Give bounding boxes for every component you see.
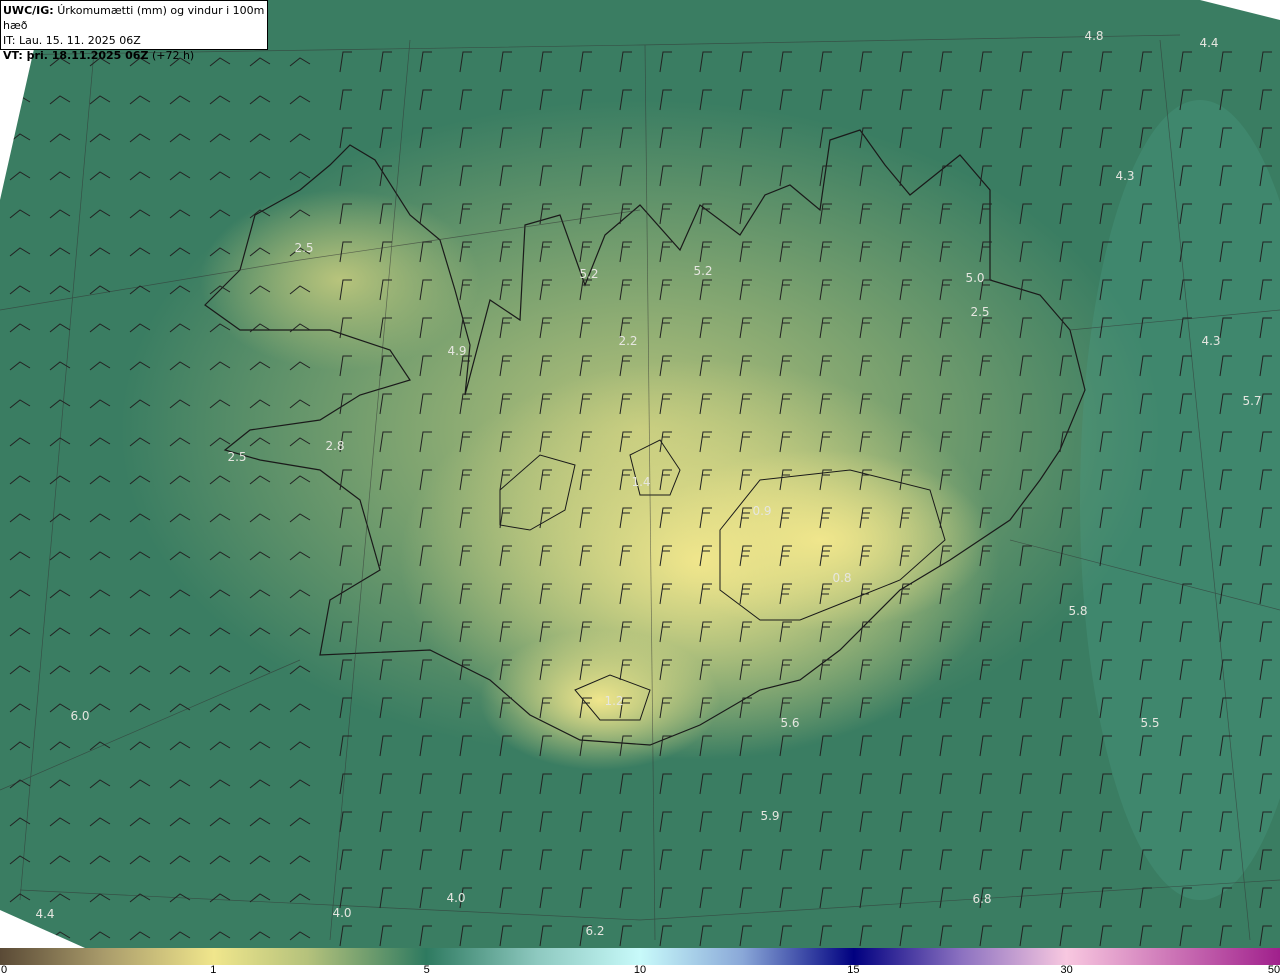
field-value-label: 2.5 [227,450,246,464]
field-value-label: 4.0 [332,906,351,920]
field-value-label: 5.2 [579,267,598,281]
field-value-label: 0.9 [752,504,771,518]
field-value-label: 5.5 [1140,716,1159,730]
colorbar-tick-label: 0 [0,964,8,976]
field-value-label: 4.3 [1201,334,1220,348]
colorbar-tick-label: 10 [633,964,647,976]
field-value-label: 5.7 [1242,394,1261,408]
field-value-label: 4.9 [447,344,466,358]
field-value-label: 1.2 [604,694,623,708]
colorbar [0,948,1280,965]
field-value-label: 4.0 [446,891,465,905]
map-title-box: UWC/IG: Úrkomumætti (mm) og vindur i 100… [0,0,268,62]
field-value-label: 2.5 [970,305,989,319]
colorbar-tick-label: 30 [1060,964,1073,976]
field-value-label: 6.0 [70,709,89,723]
colorbar-tick-label: 50 [1267,964,1280,976]
valid-time: VT: þri. 18.11.2025 06Z [3,49,149,62]
colorbar-tick-label: 5 [423,964,430,976]
field-value-label: 5.8 [1068,604,1087,618]
field-value-label: 5.9 [760,809,779,823]
field-value-label: 6.2 [585,924,604,938]
initial-time: IT: Lau. 15. 11. 2025 06Z [3,34,141,47]
field-value-label: 5.6 [780,716,799,730]
field-value-label: 2.8 [325,439,344,453]
colorbar-tick-label: 1 [210,964,217,976]
field-value-label: 4.3 [1115,169,1134,183]
weather-map: 4.8 4.4 4.3 2.5 5.2 5.2 5.0 2.5 4.3 5.7 4.9 2.2 2.8 2… [0,0,1280,948]
field-value-label: 2.5 [294,241,313,255]
field-value-label: 5.2 [693,264,712,278]
model-name: UWC/IG: [3,4,54,17]
field-value-label: 0.8 [832,571,851,585]
field-blob [480,630,720,770]
field-value-label: 1.4 [631,475,650,489]
field-value-label: 2.2 [618,334,637,348]
field-blob [200,190,480,370]
colorbar-tick-label: 15 [847,964,860,976]
field-value-label: 4.4 [35,907,54,921]
field-value-label: 6.8 [972,892,991,906]
wind-barb [9,931,31,941]
field-value-label: 4.8 [1084,29,1103,43]
field-value-label: 5.0 [965,271,984,285]
field-value-label: 4.4 [1199,36,1218,50]
lead-time: (+72 h) [151,49,195,62]
